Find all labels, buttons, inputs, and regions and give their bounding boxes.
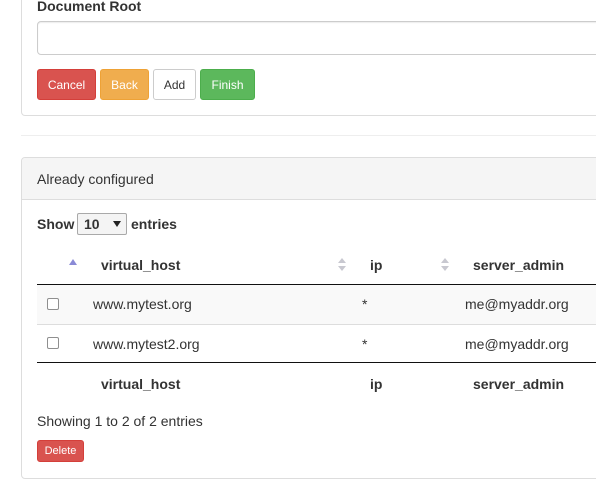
table-footer-border	[37, 362, 596, 363]
footer-header-server-admin: server_admin	[473, 376, 565, 392]
back-button[interactable]: Back	[100, 69, 149, 100]
cell-server-admin: me@myaddr.org	[465, 336, 569, 352]
dropdown-caret-icon	[113, 221, 121, 227]
sort-both-icon[interactable]	[338, 258, 347, 272]
column-header-virtual-host[interactable]: virtual_host	[101, 257, 180, 273]
delete-button[interactable]: Delete	[37, 440, 84, 462]
panel-title: Already configured	[37, 171, 154, 187]
cell-server-admin: me@myaddr.org	[465, 296, 569, 312]
row-select-checkbox[interactable]	[47, 298, 59, 310]
sort-ascending-icon[interactable]	[69, 259, 77, 265]
row-select-checkbox[interactable]	[47, 337, 59, 349]
section-divider	[21, 135, 596, 136]
cancel-button[interactable]: Cancel	[37, 69, 96, 100]
sort-both-icon[interactable]	[441, 258, 450, 272]
page-length-value: 10	[84, 216, 100, 232]
row-divider	[37, 324, 596, 325]
add-button[interactable]: Add	[153, 69, 196, 100]
finish-button[interactable]: Finish	[200, 69, 255, 100]
cell-virtual-host: www.mytest.org	[93, 296, 192, 312]
page-length-select[interactable]: 10	[77, 213, 127, 235]
footer-header-virtual-host: virtual_host	[101, 376, 181, 392]
footer-header-ip: ip	[370, 376, 383, 392]
panel-heading: Already configured	[22, 158, 596, 200]
column-header-ip[interactable]: ip	[370, 257, 382, 273]
cell-ip: *	[362, 336, 368, 352]
column-header-server-admin[interactable]: server_admin	[473, 257, 564, 273]
cell-virtual-host: www.mytest2.org	[93, 336, 200, 352]
cell-ip: *	[362, 296, 368, 312]
show-label: Show	[37, 216, 75, 232]
table-info-status: Showing 1 to 2 of 2 entries	[37, 413, 203, 429]
document-root-input[interactable]	[37, 21, 596, 55]
entries-label: entries	[131, 216, 177, 232]
document-root-label: Document Root	[37, 0, 142, 14]
